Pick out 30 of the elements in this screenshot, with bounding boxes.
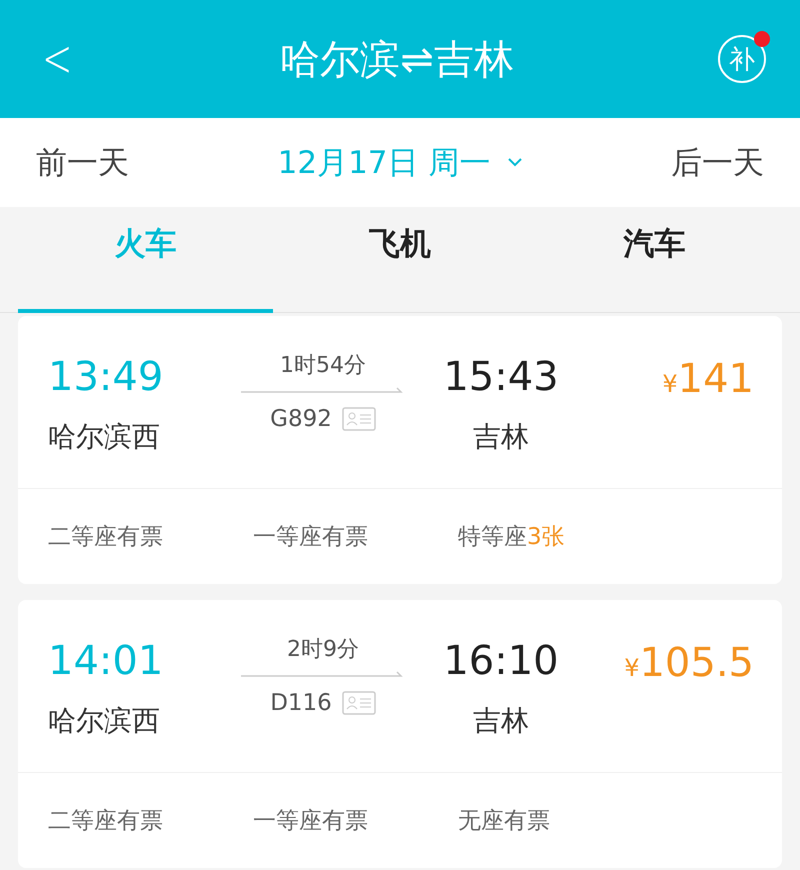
departure-time: 14:01 [48,638,164,684]
seat-availability: 无座有票 [458,807,551,836]
seat-availability: 二等座有票 [48,523,164,552]
arrival-station: 吉林 [473,419,529,455]
transport-tab[interactable]: 飞机 [272,207,528,313]
previous-day-button[interactable]: 前一天 [36,142,129,184]
train-card[interactable]: 13:49 哈尔滨西 1时54分 G892 15:43 吉林 ¥141 二等座有票 一等座有票 特等座3张 [18,316,782,584]
arrival-time: 16:10 [443,638,559,684]
seat-availability: 一等座有票 [253,523,369,552]
transport-tab[interactable]: 汽车 [527,207,782,313]
duration: 2时9分 [287,636,359,664]
arrival-time: 15:43 [443,354,559,400]
ticket-price: ¥105.5 [623,639,754,688]
train-card[interactable]: 14:01 哈尔滨西 2时9分 D116 16:10 吉林 ¥105.5 二等座有票 一等座有票 无座有票 [18,600,782,868]
route-title: 哈尔滨⇌吉林 [280,36,514,84]
train-number: D116 [270,690,332,716]
id-card-icon [342,691,376,715]
next-day-button[interactable]: 后一天 [671,142,764,184]
seat-availability: 二等座有票 [48,807,164,836]
ticket-price: ¥141 [661,355,754,404]
seat-availability: 一等座有票 [253,807,369,836]
chevron-down-icon [508,158,522,167]
id-card-icon [342,407,376,431]
seat-availability: 特等座3张 [458,523,566,552]
duration: 1时54分 [280,352,366,380]
arrival-station: 吉林 [473,703,529,739]
departure-time: 13:49 [48,354,164,400]
departure-station: 哈尔滨西 [48,419,161,455]
train-number: G892 [270,406,332,432]
departure-station: 哈尔滨西 [48,703,161,739]
